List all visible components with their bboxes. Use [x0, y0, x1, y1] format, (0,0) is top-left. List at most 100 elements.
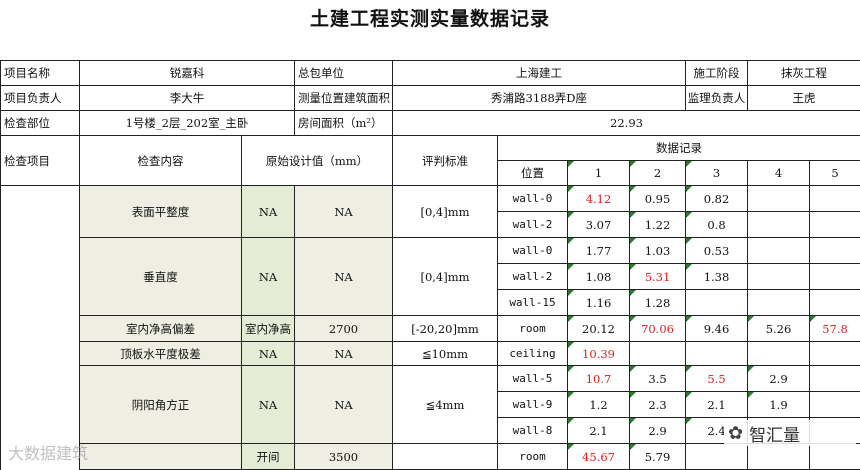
design-1: 室内净高	[241, 315, 295, 342]
value-cell	[809, 443, 860, 470]
value-cell: 20.12	[567, 315, 630, 342]
content-corner: 阴阳角方正	[79, 365, 242, 444]
value-cell: 5.5	[685, 365, 748, 392]
contractor-value: 上海建工	[392, 60, 686, 86]
value-cell	[685, 443, 748, 470]
header-standard: 评判标准	[392, 135, 498, 186]
info-row: 检查部位 1号楼_2层_202室_主卧 房间面积（m²） 22.93	[0, 110, 860, 136]
watermark-right-text: 智汇量	[749, 425, 801, 446]
position-cell: wall-0	[497, 237, 568, 264]
position-cell: wall-2	[497, 263, 568, 290]
value-cell: 5.31	[629, 263, 686, 290]
design-2: NA	[294, 365, 393, 444]
design-2: NA	[294, 341, 393, 366]
value-cell	[809, 211, 860, 238]
content-height: 室内净高偏差	[79, 315, 242, 342]
value-cell	[809, 391, 860, 418]
wechat-icon: ✿	[728, 422, 744, 444]
value-cell: 0.95	[629, 185, 686, 212]
part-value: 1号楼_2层_202室_主卧	[79, 110, 295, 136]
header-col: 2	[629, 160, 686, 186]
design-1: NA	[241, 185, 295, 238]
part-label: 检查部位	[0, 110, 80, 136]
standard: [-20,20]mm	[392, 315, 498, 342]
supervisor-label: 监理负责人	[685, 85, 748, 111]
value-cell	[685, 289, 748, 316]
standard: ≦10mm	[392, 341, 498, 366]
position-cell: wall-2	[497, 211, 568, 238]
value-cell: 1.16	[567, 289, 630, 316]
manager-value: 李大牛	[79, 85, 295, 111]
value-cell: 0.53	[685, 237, 748, 264]
item-blank	[0, 185, 80, 470]
value-cell: 4.12	[567, 185, 630, 212]
content-opening	[79, 443, 242, 470]
supervisor-value: 王虎	[747, 85, 860, 111]
position-cell: wall-9	[497, 391, 568, 418]
value-cell	[809, 185, 860, 212]
design-1: NA	[241, 341, 295, 366]
value-cell: 10.39	[567, 341, 630, 366]
standard: ≦4mm	[392, 365, 498, 444]
value-cell: 2.9	[629, 417, 686, 444]
value-cell: 0.8	[685, 211, 748, 238]
table-row: 表面平整度 NA NA [0,4]mm wall-0 4.12 0.95 0.8…	[0, 185, 860, 470]
value-cell	[747, 443, 810, 470]
value-cell: 3.5	[629, 365, 686, 392]
value-cell	[809, 341, 860, 366]
data-table: 项目名称 锐嘉科 总包单位 上海建工 施工阶段 抹灰工程 项目负责人 李大牛 测…	[0, 60, 860, 470]
value-cell: 10.7	[567, 365, 630, 392]
header-item: 检查项目	[0, 135, 80, 186]
position-cell: wall-0	[497, 185, 568, 212]
value-cell: 70.06	[629, 315, 686, 342]
value-cell	[747, 185, 810, 212]
value-cell: 1.38	[685, 263, 748, 290]
header-row: 检查项目 检查内容 原始设计值（mm） 评判标准 数据记录	[0, 135, 860, 186]
design-2: 3500	[294, 443, 393, 470]
design-1: NA	[241, 365, 295, 444]
value-cell	[809, 263, 860, 290]
standard	[392, 443, 498, 470]
design-2: NA	[294, 185, 393, 238]
watermark-left: 大数据建筑	[8, 444, 89, 463]
watermark-right: ✿ 智汇量	[724, 420, 856, 446]
value-cell	[747, 289, 810, 316]
info-row: 项目名称 锐嘉科 总包单位 上海建工 施工阶段 抹灰工程	[0, 60, 860, 86]
value-cell	[747, 341, 810, 366]
value-cell: 1.22	[629, 211, 686, 238]
stage-value: 抹灰工程	[747, 60, 860, 86]
content-ceiling: 顶板水平度极差	[79, 341, 242, 366]
header-content: 检查内容	[79, 135, 242, 186]
header-col: 1	[567, 160, 630, 186]
header-col: 4	[747, 160, 810, 186]
position-cell: room	[497, 443, 568, 470]
value-cell: 1.28	[629, 289, 686, 316]
position-cell: wall-5	[497, 365, 568, 392]
value-cell	[629, 341, 686, 366]
design-1: NA	[241, 237, 295, 316]
value-cell: 2.3	[629, 391, 686, 418]
value-cell: 57.8	[809, 315, 860, 342]
header-design: 原始设计值（mm）	[241, 135, 393, 186]
value-cell: 1.2	[567, 391, 630, 418]
value-cell	[747, 263, 810, 290]
design-1: 开间	[241, 443, 295, 470]
value-cell	[809, 289, 860, 316]
position-cell: wall-8	[497, 417, 568, 444]
position-cell: room	[497, 315, 568, 342]
value-cell: 0.82	[685, 185, 748, 212]
table-row: 阴阳角方正 NA NA ≦4mm wall-5 10.7 3.5 5.5 2.9	[1, 365, 860, 444]
area-label: 房间面积（m²）	[294, 110, 393, 136]
design-2: 2700	[294, 315, 393, 342]
value-cell	[747, 211, 810, 238]
stage-label: 施工阶段	[685, 60, 748, 86]
content-flatness: 表面平整度	[79, 185, 242, 238]
value-cell: 9.46	[685, 315, 748, 342]
value-cell: 3.07	[567, 211, 630, 238]
value-cell	[809, 237, 860, 264]
project-name-label: 项目名称	[0, 60, 80, 86]
value-cell	[685, 341, 748, 366]
page-title: 土建工程实测实量数据记录	[309, 8, 550, 30]
position-cell: ceiling	[497, 341, 568, 366]
value-cell: 2.9	[747, 365, 810, 392]
